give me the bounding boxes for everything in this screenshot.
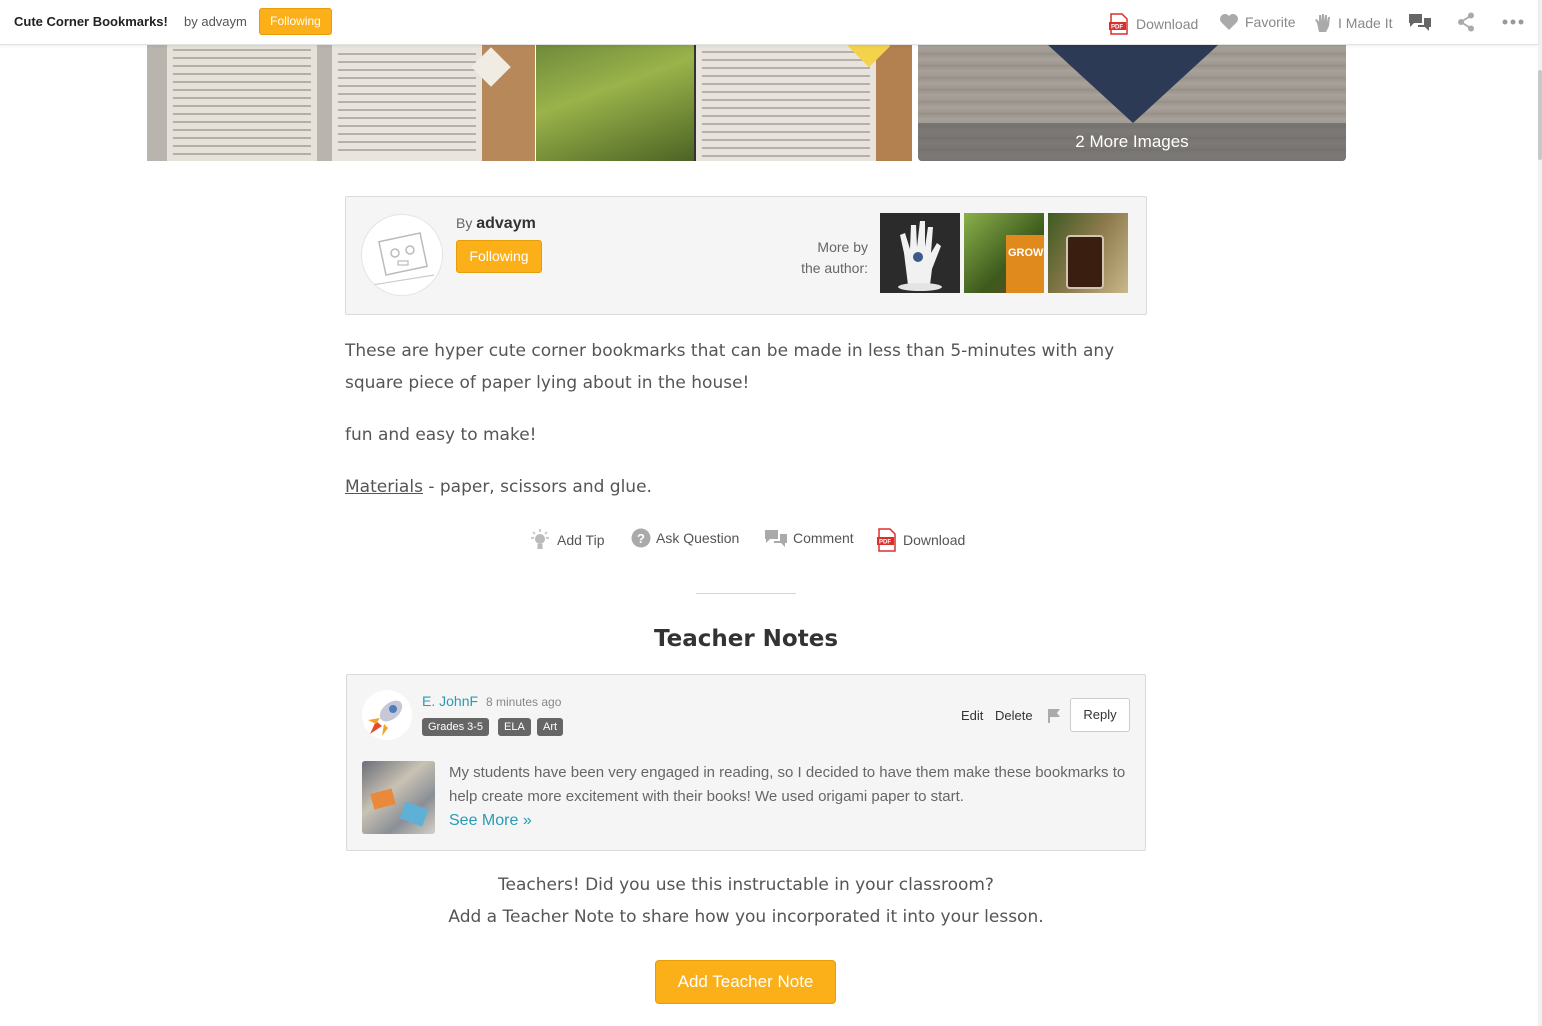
note-author-avatar[interactable] — [362, 690, 412, 740]
flag-icon[interactable] — [1047, 708, 1061, 724]
follow-button[interactable]: Following — [259, 8, 332, 35]
author-byline: By advaym — [456, 215, 536, 233]
comments-icon — [1409, 14, 1431, 31]
gallery-image-2[interactable] — [536, 45, 912, 161]
note-photo[interactable] — [362, 761, 435, 834]
comment-label: Comment — [793, 530, 854, 546]
author-by-prefix: By — [456, 215, 473, 231]
author-project-thumb-1[interactable] — [880, 213, 960, 293]
download-label: Download — [1136, 16, 1199, 32]
materials-text: - paper, scissors and glue. — [422, 477, 652, 497]
add-tip-button[interactable]: Add Tip — [528, 528, 604, 552]
teacher-notes-heading: Teacher Notes — [653, 626, 839, 652]
more-by-line2: the author: — [801, 260, 868, 276]
page-title[interactable]: Cute Corner Bookmarks! — [14, 14, 168, 29]
fun-paragraph: fun and easy to make! — [345, 425, 537, 445]
author-name[interactable]: advaym — [476, 215, 536, 232]
lightbulb-icon — [531, 529, 549, 549]
teacher-note-card: E. JohnF 8 minutes ago Grades 3-5 ELA Ar… — [346, 674, 1146, 851]
svg-text:?: ? — [637, 531, 645, 546]
edit-link[interactable]: Edit — [961, 708, 983, 723]
question-icon: ? — [631, 528, 651, 548]
reply-button[interactable]: Reply — [1070, 698, 1130, 732]
download-pdf-button[interactable]: PDF Download — [876, 528, 965, 552]
gallery-image-1[interactable] — [147, 45, 535, 161]
author-card: By advaym Following More by the author: … — [345, 196, 1147, 315]
svg-text:PDF: PDF — [1111, 25, 1123, 31]
more-by-author-label: More by the author: — [782, 237, 868, 279]
i-made-it-label: I Made It — [1338, 15, 1393, 31]
more-by-line1: More by — [817, 239, 868, 255]
comment-icon — [765, 530, 787, 547]
author-avatar[interactable] — [361, 214, 443, 296]
image-gallery: 2 More Images — [147, 45, 1346, 162]
author-project-thumb-3[interactable] — [1048, 213, 1128, 293]
note-text: My students have been very engaged in re… — [449, 764, 1126, 805]
note-author-name[interactable]: E. JohnF — [422, 693, 478, 709]
hand-sculpture-thumb — [898, 221, 942, 291]
share-button[interactable] — [1457, 12, 1481, 32]
note-timestamp: 8 minutes ago — [486, 695, 562, 709]
add-tip-label: Add Tip — [557, 532, 605, 548]
author-byline[interactable]: by advaym — [184, 14, 247, 29]
add-teacher-note-button[interactable]: Add Teacher Note — [655, 960, 836, 1004]
more-icon — [1502, 19, 1524, 25]
robot-avatar-icon — [371, 232, 435, 286]
rocket-avatar-icon — [362, 690, 412, 740]
i-made-it-button[interactable]: I Made It — [1314, 13, 1392, 33]
page-scrollbar[interactable] — [1538, 0, 1542, 1026]
top-header: Cute Corner Bookmarks! by advaym Followi… — [0, 0, 1538, 45]
materials-paragraph: Materials - paper, scissors and glue. — [345, 471, 652, 503]
ask-question-button[interactable]: ? Ask Question — [631, 528, 739, 548]
ask-question-label: Ask Question — [656, 530, 740, 546]
author-follow-button[interactable]: Following — [456, 240, 542, 273]
tag-art[interactable]: Art — [537, 718, 564, 736]
see-more-link[interactable]: See More » — [449, 812, 532, 830]
favorite-button[interactable]: Favorite — [1219, 13, 1296, 31]
comment-button[interactable]: Comment — [764, 528, 854, 548]
author-project-thumb-2[interactable]: GROW — [964, 213, 1044, 293]
intro-paragraph: These are hyper cute corner bookmarks th… — [345, 341, 1115, 393]
pdf-icon: PDF — [1109, 13, 1128, 35]
heart-icon — [1220, 14, 1238, 30]
teacher-cta-line2: Add a Teacher Note to share how you inco… — [448, 907, 1044, 927]
teacher-cta-line1: Teachers! Did you use this instructable … — [498, 875, 994, 895]
download-label: Download — [903, 532, 966, 548]
section-divider — [696, 593, 796, 594]
pdf-icon: PDF — [877, 528, 896, 552]
svg-text:PDF: PDF — [879, 540, 891, 546]
delete-link[interactable]: Delete — [995, 708, 1033, 723]
materials-link[interactable]: Materials — [345, 477, 423, 497]
gallery-image-3[interactable]: 2 More Images — [918, 45, 1346, 161]
more-options-button[interactable] — [1502, 15, 1530, 29]
download-button[interactable]: PDF Download — [1108, 13, 1198, 35]
more-images-overlay[interactable]: 2 More Images — [918, 123, 1346, 161]
favorite-label: Favorite — [1245, 14, 1296, 30]
hand-icon — [1315, 14, 1330, 32]
tag-grades[interactable]: Grades 3-5 — [422, 718, 490, 736]
tag-ela[interactable]: ELA — [498, 718, 531, 736]
scrollbar-thumb[interactable] — [1538, 70, 1542, 160]
share-icon — [1458, 12, 1474, 32]
comments-button[interactable] — [1408, 12, 1438, 32]
